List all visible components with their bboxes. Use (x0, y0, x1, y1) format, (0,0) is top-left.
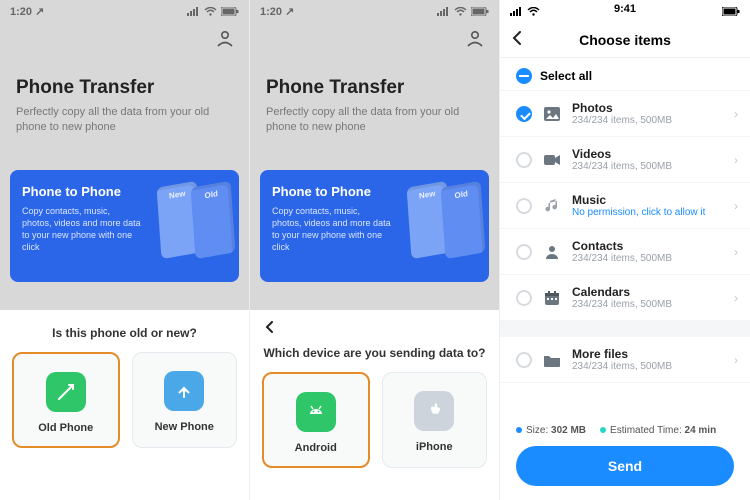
checkbox[interactable] (516, 290, 532, 306)
phone-to-phone-card[interactable]: Phone to Phone Copy contacts, music, pho… (260, 170, 489, 282)
status-time: 9:41 (500, 3, 750, 15)
send-button[interactable]: Send (516, 446, 734, 486)
choose-items-header: Choose items (500, 22, 750, 58)
choice-label: Old Phone (20, 422, 112, 434)
item-meta: 234/234 items, 500MB (572, 253, 672, 264)
signal-icon (437, 7, 450, 16)
status-bar: 1:20 ↗ (250, 0, 499, 22)
item-name: Music (572, 193, 705, 207)
choice-old-phone[interactable]: Old Phone (12, 352, 120, 448)
bottom-sheet: Which device are you sending data to? An… (250, 310, 499, 500)
item-calendars[interactable]: Calendars234/234 items, 500MB › (500, 275, 750, 321)
page-subtitle: Perfectly copy all the data from your ol… (250, 105, 499, 136)
video-icon (542, 153, 562, 167)
card-illustration: New Old (175, 184, 233, 256)
item-videos[interactable]: Videos234/234 items, 500MB › (500, 137, 750, 183)
item-meta: 234/234 items, 500MB (572, 299, 672, 310)
chevron-right-icon: › (734, 353, 738, 367)
sheet-question: Is this phone old or new? (12, 320, 237, 352)
transfer-stats: Size: 302 MB Estimated Time: 24 min (516, 425, 734, 436)
profile-icon[interactable] (465, 28, 485, 53)
item-name: More files (572, 347, 672, 361)
phone-to-phone-card[interactable]: Phone to Phone Copy contacts, music, pho… (10, 170, 239, 282)
item-music[interactable]: MusicNo permission, click to allow it › (500, 183, 750, 229)
header-title: Choose items (579, 32, 671, 48)
music-icon (542, 198, 562, 214)
status-bar: 1:20 ↗ (0, 0, 249, 22)
card-description: Copy contacts, music, photos, videos and… (272, 205, 392, 254)
status-arrow-icon: ↗ (285, 6, 294, 18)
back-button[interactable] (510, 29, 524, 50)
choice-android[interactable]: Android (262, 372, 370, 468)
screenshot-panel-3: 9:41 Choose items Select all Photos234/2… (500, 0, 750, 500)
dot-icon (600, 427, 606, 433)
choice-label: Android (270, 442, 362, 454)
item-name: Photos (572, 101, 672, 115)
choice-new-phone[interactable]: New Phone (132, 352, 238, 448)
back-button[interactable] (262, 320, 487, 340)
select-all-row[interactable]: Select all (500, 58, 750, 91)
android-icon (296, 392, 336, 432)
choice-label: iPhone (389, 441, 481, 453)
card-illustration: New Old (425, 184, 483, 256)
item-more-files[interactable]: More files234/234 items, 500MB › (500, 337, 750, 383)
chevron-right-icon: › (734, 291, 738, 305)
wifi-icon (454, 7, 467, 16)
item-meta: 234/234 items, 500MB (572, 115, 672, 126)
screenshot-panel-2: 1:20 ↗ Phone Transfer Perfectly copy all… (250, 0, 500, 500)
chevron-right-icon: › (734, 199, 738, 213)
checkbox[interactable] (516, 198, 532, 214)
item-meta[interactable]: No permission, click to allow it (572, 207, 705, 218)
choice-iphone[interactable]: iPhone (382, 372, 488, 468)
page-title: Phone Transfer (0, 53, 249, 105)
chevron-right-icon: › (734, 153, 738, 167)
page-title: Phone Transfer (250, 53, 499, 105)
status-arrow-icon: ↗ (35, 6, 44, 18)
card-description: Copy contacts, music, photos, videos and… (22, 205, 142, 254)
item-meta: 234/234 items, 500MB (572, 361, 672, 372)
battery-icon (221, 7, 239, 16)
wifi-icon (204, 7, 217, 16)
section-gap (500, 321, 750, 337)
item-meta: 234/234 items, 500MB (572, 161, 672, 172)
photo-icon (542, 106, 562, 122)
chevron-right-icon: › (734, 245, 738, 259)
card-heading: Phone to Phone (272, 184, 477, 199)
checkbox[interactable] (516, 106, 532, 122)
item-name: Videos (572, 147, 672, 161)
screenshot-panel-1: 1:20 ↗ Phone Transfer Perfectly copy all… (0, 0, 250, 500)
contact-icon (542, 244, 562, 260)
status-bar: 9:41 (500, 0, 750, 22)
card-heading: Phone to Phone (22, 184, 227, 199)
page-subtitle: Perfectly copy all the data from your ol… (0, 105, 249, 136)
profile-icon[interactable] (215, 28, 235, 53)
status-time: 1:20 (10, 6, 32, 18)
calendar-icon (542, 290, 562, 306)
item-photos[interactable]: Photos234/234 items, 500MB › (500, 91, 750, 137)
item-contacts[interactable]: Contacts234/234 items, 500MB › (500, 229, 750, 275)
folder-icon (542, 352, 562, 368)
choice-label: New Phone (139, 421, 231, 433)
status-time: 1:20 (260, 6, 282, 18)
apple-icon (414, 391, 454, 431)
item-name: Contacts (572, 239, 672, 253)
battery-icon (471, 7, 489, 16)
checkbox[interactable] (516, 244, 532, 260)
checkbox[interactable] (516, 152, 532, 168)
dot-icon (516, 427, 522, 433)
bottom-sheet: Is this phone old or new? Old Phone New … (0, 310, 249, 500)
new-phone-icon (164, 371, 204, 411)
item-name: Calendars (572, 285, 672, 299)
select-all-label: Select all (540, 69, 592, 83)
sheet-question: Which device are you sending data to? (262, 340, 487, 372)
footer: Size: 302 MB Estimated Time: 24 min Send (500, 415, 750, 500)
chevron-right-icon: › (734, 107, 738, 121)
signal-icon (187, 7, 200, 16)
old-phone-icon (46, 372, 86, 412)
select-all-indeterminate-icon (516, 68, 532, 84)
checkbox[interactable] (516, 352, 532, 368)
